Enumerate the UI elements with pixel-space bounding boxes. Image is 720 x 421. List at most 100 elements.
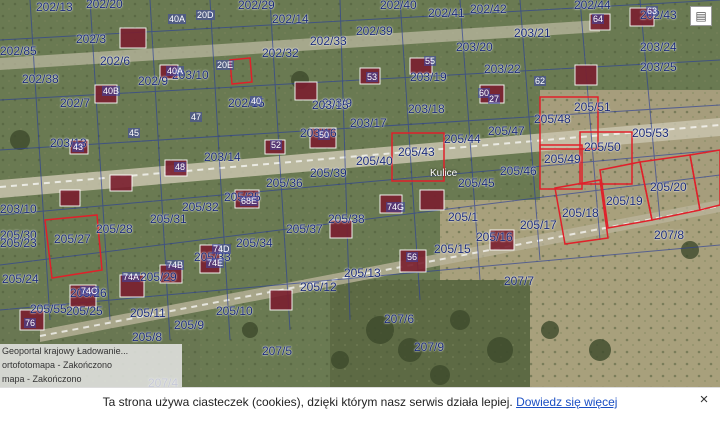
parcel-label: 205/20 <box>650 180 687 194</box>
parcel-label: 205/31 <box>150 212 187 226</box>
parcel-label: 202/42 <box>470 2 507 16</box>
parcel-label: 205/9 <box>174 318 205 332</box>
building-label: 56 <box>406 252 419 262</box>
parcel-label: 205/28 <box>96 222 133 236</box>
building-label: 74A <box>122 272 141 282</box>
parcel-label: 202/3 <box>76 32 107 46</box>
building-label: 52 <box>270 140 283 150</box>
status-line-3: mapa - Zakończono <box>2 374 82 384</box>
cookie-banner: Ta strona używa ciasteczek (cookies), dz… <box>0 387 720 421</box>
cookie-more-link[interactable]: Dowiedz się więcej <box>516 395 617 409</box>
parcel-label: 207/7 <box>504 274 535 288</box>
parcel-label: 207/6 <box>384 312 415 326</box>
parcel-label: 202/9 <box>138 74 169 88</box>
parcel-label: 205/40 <box>356 154 393 168</box>
building-label: 43 <box>72 142 85 152</box>
parcel-label: 205/34 <box>236 236 273 250</box>
parcel-label: 202/39 <box>356 24 393 38</box>
building-label: 40B <box>102 86 121 96</box>
parcel-label: 205/1 <box>448 210 479 224</box>
building-label: 55 <box>424 56 437 66</box>
parcel-label: 207/5 <box>262 344 293 358</box>
parcel-label: 205/17 <box>520 218 557 232</box>
parcel-label: 205/19 <box>606 194 643 208</box>
building-label: 68E <box>240 196 259 206</box>
parcel-label: 207/8 <box>654 228 685 242</box>
parcel-label: 205/23 <box>0 236 37 250</box>
building-label: 74D <box>212 244 231 254</box>
parcel-label: 203/10 <box>0 202 37 216</box>
parcel-label: 205/11 <box>130 306 166 320</box>
parcel-label: 205/55 <box>30 302 67 316</box>
parcel-label: 205/8 <box>132 330 163 344</box>
parcel-label: 205/37 <box>286 222 323 236</box>
parcel-label: 205/16 <box>476 230 513 244</box>
parcel-label: 203/14 <box>204 150 241 164</box>
parcel-label: 205/36 <box>266 176 303 190</box>
parcel-label: 205/10 <box>216 304 253 318</box>
layers-icon[interactable]: ▤ <box>690 6 712 26</box>
parcel-label: 203/20 <box>456 40 493 54</box>
parcel-label: 203/24 <box>640 40 677 54</box>
parcel-label: 205/45 <box>458 176 495 190</box>
parcel-label: 205/12 <box>300 280 337 294</box>
parcel-label: 205/50 <box>584 140 621 154</box>
parcel-label: 205/24 <box>2 272 39 286</box>
parcel-label: 202/29 <box>238 0 275 12</box>
parcel-label: 203/18 <box>408 102 445 116</box>
parcel-label: 205/13 <box>344 266 381 280</box>
parcel-label: 202/32 <box>262 46 299 60</box>
parcel-label: 203/15 <box>312 98 349 112</box>
building-label: 53 <box>366 72 379 82</box>
building-label: 50 <box>318 130 331 140</box>
building-label: 40 <box>250 96 263 106</box>
parcel-label: 202/20 <box>86 0 123 11</box>
parcel-label: 205/27 <box>54 232 91 246</box>
building-label: 48 <box>174 162 187 172</box>
parcel-label: 202/14 <box>272 12 309 26</box>
building-label: 20E <box>216 60 235 70</box>
parcel-label: 205/46 <box>500 164 537 178</box>
parcel-label: 202/41 <box>428 6 465 20</box>
building-label: 64 <box>592 14 605 24</box>
parcel-label: 205/39 <box>310 166 347 180</box>
parcel-label: 205/47 <box>488 124 525 138</box>
parcel-label: 202/6 <box>100 54 131 68</box>
status-line-2: ortofotomapa - Zakończono <box>2 360 113 370</box>
building-label: 74G <box>386 202 406 212</box>
building-label: 40A <box>166 66 185 76</box>
parcel-label: 202/44 <box>574 0 611 12</box>
building-label: 76 <box>24 318 37 328</box>
parcel-label: 205/29 <box>140 270 177 284</box>
building-label: 74C <box>80 286 99 296</box>
parcel-label: 207/9 <box>414 340 445 354</box>
parcel-label: 203/21 <box>514 26 551 40</box>
parcel-label: 202/33 <box>310 34 347 48</box>
close-icon[interactable]: × <box>696 392 712 408</box>
parcel-label: 203/25 <box>640 60 677 74</box>
place-label: Kulice <box>430 168 458 179</box>
parcel-label: 205/49 <box>544 152 581 166</box>
building-label: 45 <box>128 128 141 138</box>
building-label: 74B <box>166 260 185 270</box>
parcel-label: 205/51 <box>574 100 611 114</box>
parcel-label: 205/44 <box>444 132 481 146</box>
parcel-label: 203/19 <box>410 70 447 84</box>
parcel-label: 205/38 <box>328 212 365 226</box>
parcel-label: 205/25 <box>66 304 103 318</box>
parcel-label: 205/43 <box>398 145 435 159</box>
building-label: 40A <box>168 14 187 24</box>
parcel-label: 202/7 <box>60 96 91 110</box>
parcel-label: 203/22 <box>484 62 521 76</box>
parcel-label: 205/48 <box>534 112 571 126</box>
building-label: 62 <box>534 76 547 86</box>
parcel-label: 205/18 <box>562 206 599 220</box>
building-label: 27 <box>488 94 501 104</box>
parcel-label: 202/40 <box>380 0 417 12</box>
cookie-text: Ta strona używa ciasteczek (cookies), dz… <box>102 395 513 409</box>
status-line-1: Geoportal krajowy Ładowanie... <box>2 346 129 356</box>
parcel-label: 202/13 <box>36 0 73 14</box>
parcel-label: 202/85 <box>0 44 37 58</box>
parcel-label: 205/32 <box>182 200 219 214</box>
building-label: 20D <box>196 10 215 20</box>
